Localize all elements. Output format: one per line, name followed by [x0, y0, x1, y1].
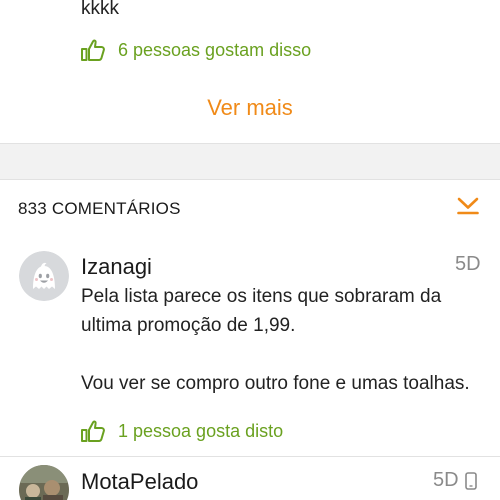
comment-age: 5D	[455, 253, 481, 275]
avatar[interactable]	[19, 251, 69, 301]
comment-likes: 1 pessoa gosta disto	[118, 420, 284, 441]
previous-comment-likes: 6 pessoas gostam disso	[118, 39, 312, 60]
comment-paragraph: Pela lista parece os itens que sobraram …	[81, 286, 442, 336]
comment-age: 5D	[433, 469, 459, 491]
ghost-avatar-icon	[19, 251, 69, 301]
comments-screen: kkkk 6 pessoas gostam disso Ver mais 833…	[0, 0, 500, 500]
comment-like-row[interactable]: 1 pessoa gosta disto	[80, 418, 283, 444]
phone-icon	[465, 472, 477, 490]
previous-comment-like-row[interactable]: 6 pessoas gostam disso	[80, 37, 311, 63]
comments-count-header: 833 COMENTÁRIOS	[18, 199, 181, 218]
section-separator	[0, 143, 500, 180]
previous-comment-text: kkkk	[81, 0, 119, 19]
see-more-button[interactable]: Ver mais	[0, 92, 500, 124]
comment-divider	[0, 456, 500, 457]
thumbs-up-icon[interactable]	[80, 418, 106, 444]
photo-avatar	[19, 465, 69, 500]
chevron-down-underline-icon[interactable]	[455, 193, 481, 219]
comment-username[interactable]: Izanagi	[81, 254, 152, 280]
comment-body: Pela lista parece os itens que sobraram …	[81, 282, 481, 398]
avatar[interactable]	[19, 465, 69, 500]
comment-username[interactable]: MotaPelado	[81, 469, 198, 495]
comment-paragraph: Vou ver se compro outro fone e umas toal…	[81, 373, 470, 394]
thumbs-up-icon[interactable]	[80, 37, 106, 63]
